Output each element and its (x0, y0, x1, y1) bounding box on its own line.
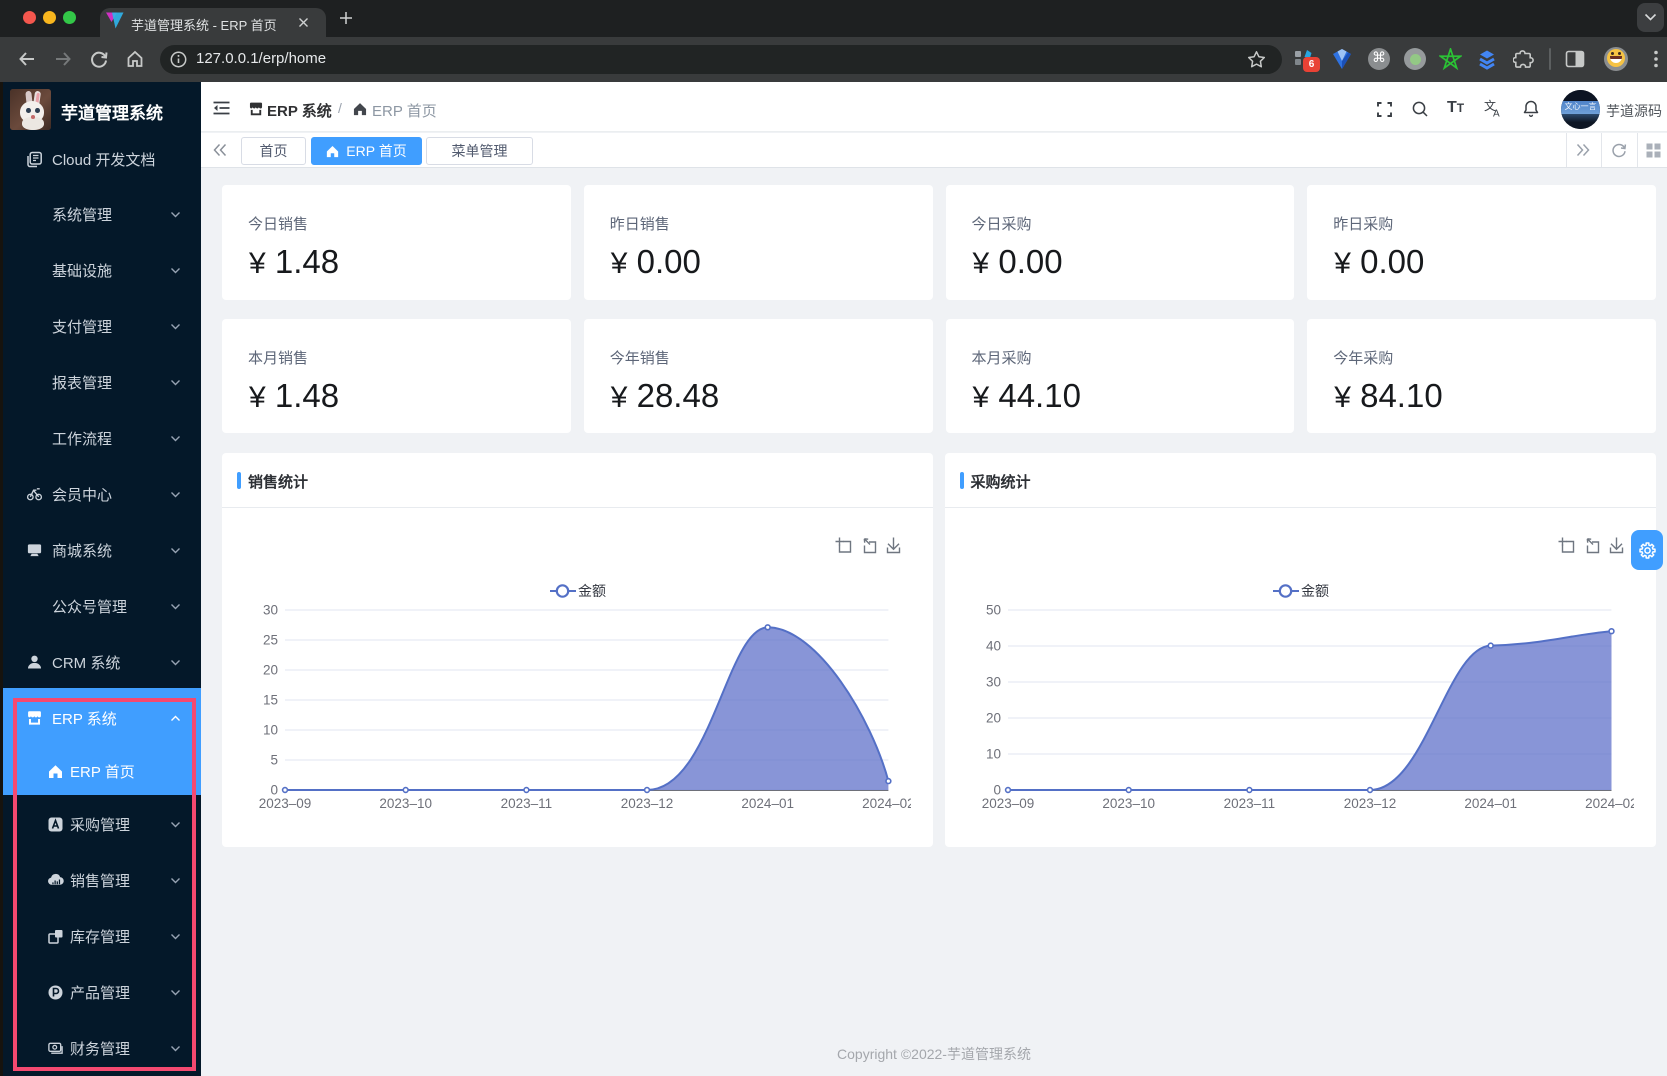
svg-text:2023–09: 2023–09 (259, 796, 312, 811)
svg-text:20: 20 (985, 711, 1000, 726)
svg-text:15: 15 (263, 693, 278, 708)
svg-text:A: A (1493, 109, 1500, 118)
svg-text:2023–12: 2023–12 (1343, 796, 1396, 811)
svg-text:2023–10: 2023–10 (379, 796, 432, 811)
svg-text:2024–01: 2024–01 (741, 796, 794, 811)
svg-text:30: 30 (263, 603, 278, 618)
svg-text:2023–10: 2023–10 (1102, 796, 1155, 811)
svg-text:2024–02: 2024–02 (1585, 796, 1634, 811)
svg-text:40: 40 (985, 639, 1000, 654)
svg-text:2024–02: 2024–02 (862, 796, 911, 811)
svg-text:50: 50 (985, 603, 1000, 618)
svg-text:20: 20 (263, 663, 278, 678)
svg-text:2023–09: 2023–09 (981, 796, 1034, 811)
svg-text:30: 30 (985, 675, 1000, 690)
svg-text:2023–11: 2023–11 (501, 796, 553, 811)
svg-text:5: 5 (270, 753, 278, 768)
svg-text:金额: 金额 (578, 583, 606, 599)
svg-text:2023–12: 2023–12 (621, 796, 674, 811)
svg-text:10: 10 (263, 723, 278, 738)
svg-text:10: 10 (985, 747, 1000, 762)
svg-text:25: 25 (263, 633, 278, 648)
svg-text:金额: 金额 (1301, 583, 1329, 599)
svg-text:2023–11: 2023–11 (1223, 796, 1275, 811)
svg-text:2024–01: 2024–01 (1464, 796, 1517, 811)
